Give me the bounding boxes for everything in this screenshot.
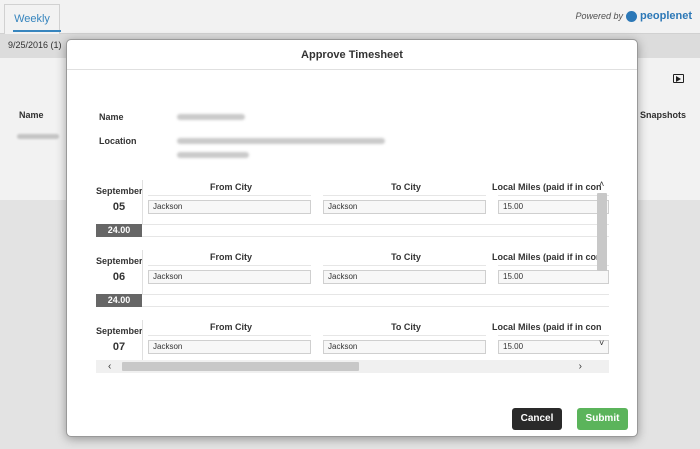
divider	[498, 335, 609, 336]
modal-title: Approve Timesheet	[67, 40, 637, 70]
chevron-down-icon[interactable]: ˅	[599, 338, 604, 348]
local-miles-input[interactable]: 15.00	[498, 200, 609, 214]
vertical-scroll-thumb[interactable]	[597, 193, 607, 271]
local-miles-header: Local Miles (paid if in con	[492, 322, 602, 332]
divider	[498, 265, 609, 266]
cancel-button[interactable]: Cancel	[512, 408, 562, 430]
day-label: September 06	[96, 256, 143, 283]
local-miles-header: Local Miles (paid if in con	[492, 182, 602, 192]
divider	[148, 195, 311, 196]
day-month: September	[96, 326, 143, 336]
approve-timesheet-modal: Approve Timesheet Name Location Septembe…	[66, 39, 638, 437]
blurred-name-value	[177, 114, 245, 120]
day-total-badge: 24.00	[96, 294, 142, 307]
day-label: September 05	[96, 186, 143, 213]
to-city-header: To City	[391, 322, 421, 332]
day-number: 06	[112, 271, 126, 283]
name-label: Name	[99, 112, 124, 122]
day-total-badge: 24.00	[96, 224, 142, 237]
divider	[323, 195, 486, 196]
from-city-input[interactable]: Jackson	[148, 340, 311, 354]
to-city-input[interactable]: Jackson	[323, 270, 486, 284]
day-number: 07	[112, 341, 126, 353]
chevron-up-icon[interactable]: ˄	[599, 179, 604, 189]
chevron-right-icon[interactable]: ›	[579, 360, 582, 373]
divider	[498, 195, 609, 196]
to-city-header: To City	[391, 252, 421, 262]
blurred-location-value	[177, 138, 385, 144]
day-row: September 06 From City To City Local Mil…	[96, 246, 609, 316]
divider	[142, 320, 143, 364]
divider	[142, 294, 609, 307]
location-label: Location	[99, 136, 137, 146]
divider	[142, 224, 609, 237]
to-city-input[interactable]: Jackson	[323, 200, 486, 214]
local-miles-header: Local Miles (paid if in con	[492, 252, 602, 262]
divider	[142, 180, 143, 224]
chevron-left-icon[interactable]: ‹	[108, 360, 111, 373]
day-month: September	[96, 186, 143, 196]
local-miles-input[interactable]: 15.00	[498, 340, 609, 354]
from-city-input[interactable]: Jackson	[148, 200, 311, 214]
divider	[148, 335, 311, 336]
to-city-header: To City	[391, 182, 421, 192]
day-label: September 07	[96, 326, 143, 353]
from-city-header: From City	[209, 252, 252, 262]
local-miles-input[interactable]: 15.00	[498, 270, 609, 284]
vertical-scrollbar[interactable]: ˄ ˅	[597, 179, 609, 353]
to-city-input[interactable]: Jackson	[323, 340, 486, 354]
from-city-input[interactable]: Jackson	[148, 270, 311, 284]
day-row: September 05 From City To City Local Mil…	[96, 176, 609, 246]
blurred-location-value-2	[177, 152, 249, 158]
divider	[323, 335, 486, 336]
divider	[142, 250, 143, 294]
horizontal-scroll-thumb[interactable]	[122, 362, 359, 371]
day-month: September	[96, 256, 143, 266]
from-city-header: From City	[209, 322, 252, 332]
divider	[148, 265, 311, 266]
submit-button[interactable]: Submit	[577, 408, 628, 430]
horizontal-scrollbar[interactable]: ‹ ›	[96, 360, 609, 373]
divider	[323, 265, 486, 266]
day-number: 05	[112, 201, 126, 213]
timesheet-table[interactable]: September 05 From City To City Local Mil…	[96, 176, 609, 372]
from-city-header: From City	[209, 182, 252, 192]
